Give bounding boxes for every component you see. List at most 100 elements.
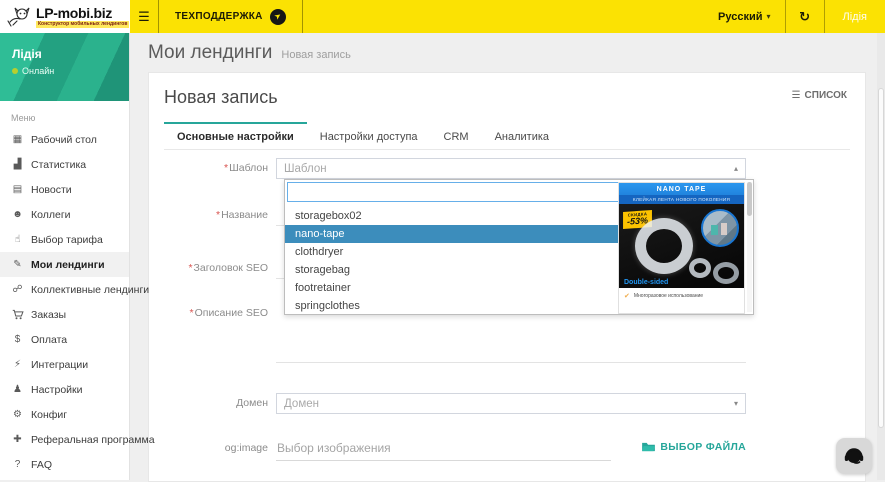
- template-preview: NANO TAPE КЛЕЙКАЯ ЛЕНТА НОВОГО ПОКОЛЕНИЯ…: [618, 182, 745, 314]
- option-clothdryer[interactable]: clothdryer: [285, 243, 622, 261]
- telegram-icon: ➤: [270, 9, 286, 25]
- dropdown-scrollbar[interactable]: [747, 182, 752, 312]
- template-search-input[interactable]: [287, 182, 620, 202]
- landings-icon: ✎: [11, 260, 24, 270]
- user-plus-icon: ✚: [11, 435, 24, 445]
- logo-subtitle: Конструктор мобильных лендингов: [36, 21, 129, 28]
- tabs-bar: Основные настройки Настройки доступа CRM…: [164, 122, 850, 150]
- preview-title: NANO TAPE: [619, 186, 744, 193]
- tape-roll-small-1: [689, 258, 711, 278]
- sidebar-item-collective-landings[interactable]: ☍ Коллективные лендинги: [0, 277, 129, 302]
- sidebar-item-my-landings[interactable]: ✎ Мои лендинги: [0, 252, 129, 277]
- sidebar-user-name: Лідія: [12, 47, 129, 61]
- support-label: ТЕХПОДДЕРЖКА: [175, 11, 263, 22]
- form-row-og-image: og:image ВЫБОР ФАЙЛА: [164, 438, 850, 461]
- dollar-icon: $: [11, 335, 24, 345]
- support-chat-button[interactable]: [836, 438, 872, 474]
- plug-icon: ⚡: [11, 360, 24, 370]
- page-scrollbar[interactable]: [877, 33, 885, 480]
- seo-title-label: *Заголовок SEO: [164, 258, 276, 274]
- headset-icon: [842, 444, 866, 468]
- topbar-username[interactable]: Лідія: [825, 0, 885, 33]
- dashboard-icon: ▦: [11, 135, 24, 145]
- preview-product-image: СКИДКА -53% Double-sided: [619, 204, 744, 288]
- form-row-template: *Шаблон Шаблон ▴: [164, 158, 850, 179]
- sidebar-item-orders[interactable]: Заказы: [0, 302, 129, 327]
- tariff-icon: ☝: [11, 235, 24, 245]
- option-storagebox02[interactable]: storagebox02: [285, 207, 622, 225]
- tape-roll-large: [635, 218, 693, 274]
- form-row-domain: Домен Домен ▾: [164, 393, 850, 414]
- sidebar-item-statistics[interactable]: ▟ Статистика: [0, 152, 129, 177]
- sidebar-item-tariff[interactable]: ☝ Выбор тарифа: [0, 227, 129, 252]
- breadcrumb: Новая запись: [281, 49, 350, 61]
- main-content: Мои лендинги Новая запись Новая запись ☰…: [130, 33, 885, 480]
- tab-crm[interactable]: CRM: [431, 122, 482, 149]
- hamburger-icon: ☰: [138, 9, 150, 25]
- sidebar-toggle-button[interactable]: ☰: [130, 0, 159, 33]
- domain-select[interactable]: Домен ▾: [276, 393, 746, 414]
- gears-icon: ⚙: [11, 410, 24, 420]
- template-label: *Шаблон: [164, 158, 276, 174]
- user-icon: ♟: [11, 385, 24, 395]
- option-storagebag[interactable]: storagebag: [285, 261, 622, 279]
- sidebar-item-payment[interactable]: $ Оплата: [0, 327, 129, 352]
- list-button[interactable]: ☰ СПИСОК: [792, 90, 847, 101]
- online-status-label: Онлайн: [22, 66, 54, 76]
- caret-up-icon: ▴: [734, 164, 738, 173]
- og-image-input[interactable]: [276, 438, 611, 461]
- logo-title: LP-mobi.biz: [36, 6, 129, 20]
- support-button[interactable]: ТЕХПОДДЕРЖКА ➤: [159, 0, 303, 33]
- dog-logo-icon: [6, 6, 32, 28]
- tab-main-settings[interactable]: Основные настройки: [164, 122, 307, 149]
- stats-icon: ▟: [11, 160, 24, 170]
- sidebar-item-config[interactable]: ⚙ Конфиг: [0, 402, 129, 427]
- new-record-card: Новая запись ☰ СПИСОК Основные настройки…: [148, 72, 866, 482]
- sidebar-item-dashboard[interactable]: ▦ Рабочий стол: [0, 127, 129, 152]
- card-title: Новая запись: [164, 87, 278, 108]
- name-label: *Название: [164, 205, 276, 221]
- choose-file-button[interactable]: ВЫБОР ФАЙЛА: [642, 441, 746, 453]
- page-header: Мои лендинги Новая запись: [130, 33, 885, 72]
- preview-banner: NANO TAPE КЛЕЙКАЯ ЛЕНТА НОВОГО ПОКОЛЕНИЯ: [619, 183, 744, 204]
- chevron-down-icon: ▾: [767, 12, 771, 21]
- online-status-icon: [12, 68, 18, 74]
- og-image-label: og:image: [164, 438, 276, 454]
- language-dropdown[interactable]: Русский ▾: [704, 0, 784, 33]
- template-dropdown-panel: storagebox02 nano-tape clothdryer storag…: [284, 179, 754, 315]
- preview-subtitle: КЛЕЙКАЯ ЛЕНТА НОВОГО ПОКОЛЕНИЯ: [619, 195, 744, 204]
- sidebar-item-faq[interactable]: ? FAQ: [0, 452, 129, 477]
- template-select[interactable]: Шаблон ▴: [276, 158, 746, 179]
- sidebar-item-referral[interactable]: ✚ Реферальная программа: [0, 427, 129, 452]
- tape-roll-small-2: [713, 262, 739, 284]
- preview-caption: Double-sided: [624, 279, 668, 286]
- sidebar-item-colleagues[interactable]: ☻ Коллеги: [0, 202, 129, 227]
- page-scrollbar-thumb[interactable]: [878, 88, 884, 428]
- share-icon: ☍: [11, 285, 24, 295]
- menu-section-label: Меню: [0, 101, 129, 127]
- sidebar-item-news[interactable]: ▤ Новости: [0, 177, 129, 202]
- caret-down-icon: ▾: [734, 399, 738, 408]
- page-title: Мои лендинги: [148, 42, 272, 64]
- seo-description-label: *Описание SEO: [164, 303, 276, 319]
- sidebar-item-integrations[interactable]: ⚡ Интеграции: [0, 352, 129, 377]
- option-nano-tape[interactable]: nano-tape: [285, 225, 622, 243]
- language-label: Русский: [718, 11, 762, 23]
- sidebar: Лідія Онлайн Меню ▦ Рабочий стол ▟ Стати…: [0, 33, 130, 480]
- option-springclothes[interactable]: springclothes: [285, 297, 622, 315]
- tab-analytics[interactable]: Аналитика: [482, 122, 562, 149]
- logo[interactable]: LP-mobi.biz Конструктор мобильных лендин…: [0, 0, 130, 33]
- sidebar-user-panel: Лідія Онлайн: [0, 33, 129, 101]
- check-icon: ✔: [624, 292, 630, 300]
- topbar-spacer: [303, 0, 704, 33]
- topbar: LP-mobi.biz Конструктор мобильных лендин…: [0, 0, 885, 33]
- question-icon: ?: [11, 460, 24, 470]
- option-footretainer[interactable]: footretainer: [285, 279, 622, 297]
- sidebar-item-settings[interactable]: ♟ Настройки: [0, 377, 129, 402]
- folder-icon: [642, 442, 655, 452]
- list-icon: ☰: [792, 90, 801, 101]
- tab-access-settings[interactable]: Настройки доступа: [307, 122, 431, 149]
- refresh-button[interactable]: ↻: [785, 0, 825, 33]
- colleagues-icon: ☻: [11, 210, 24, 220]
- cart-icon: [11, 309, 24, 320]
